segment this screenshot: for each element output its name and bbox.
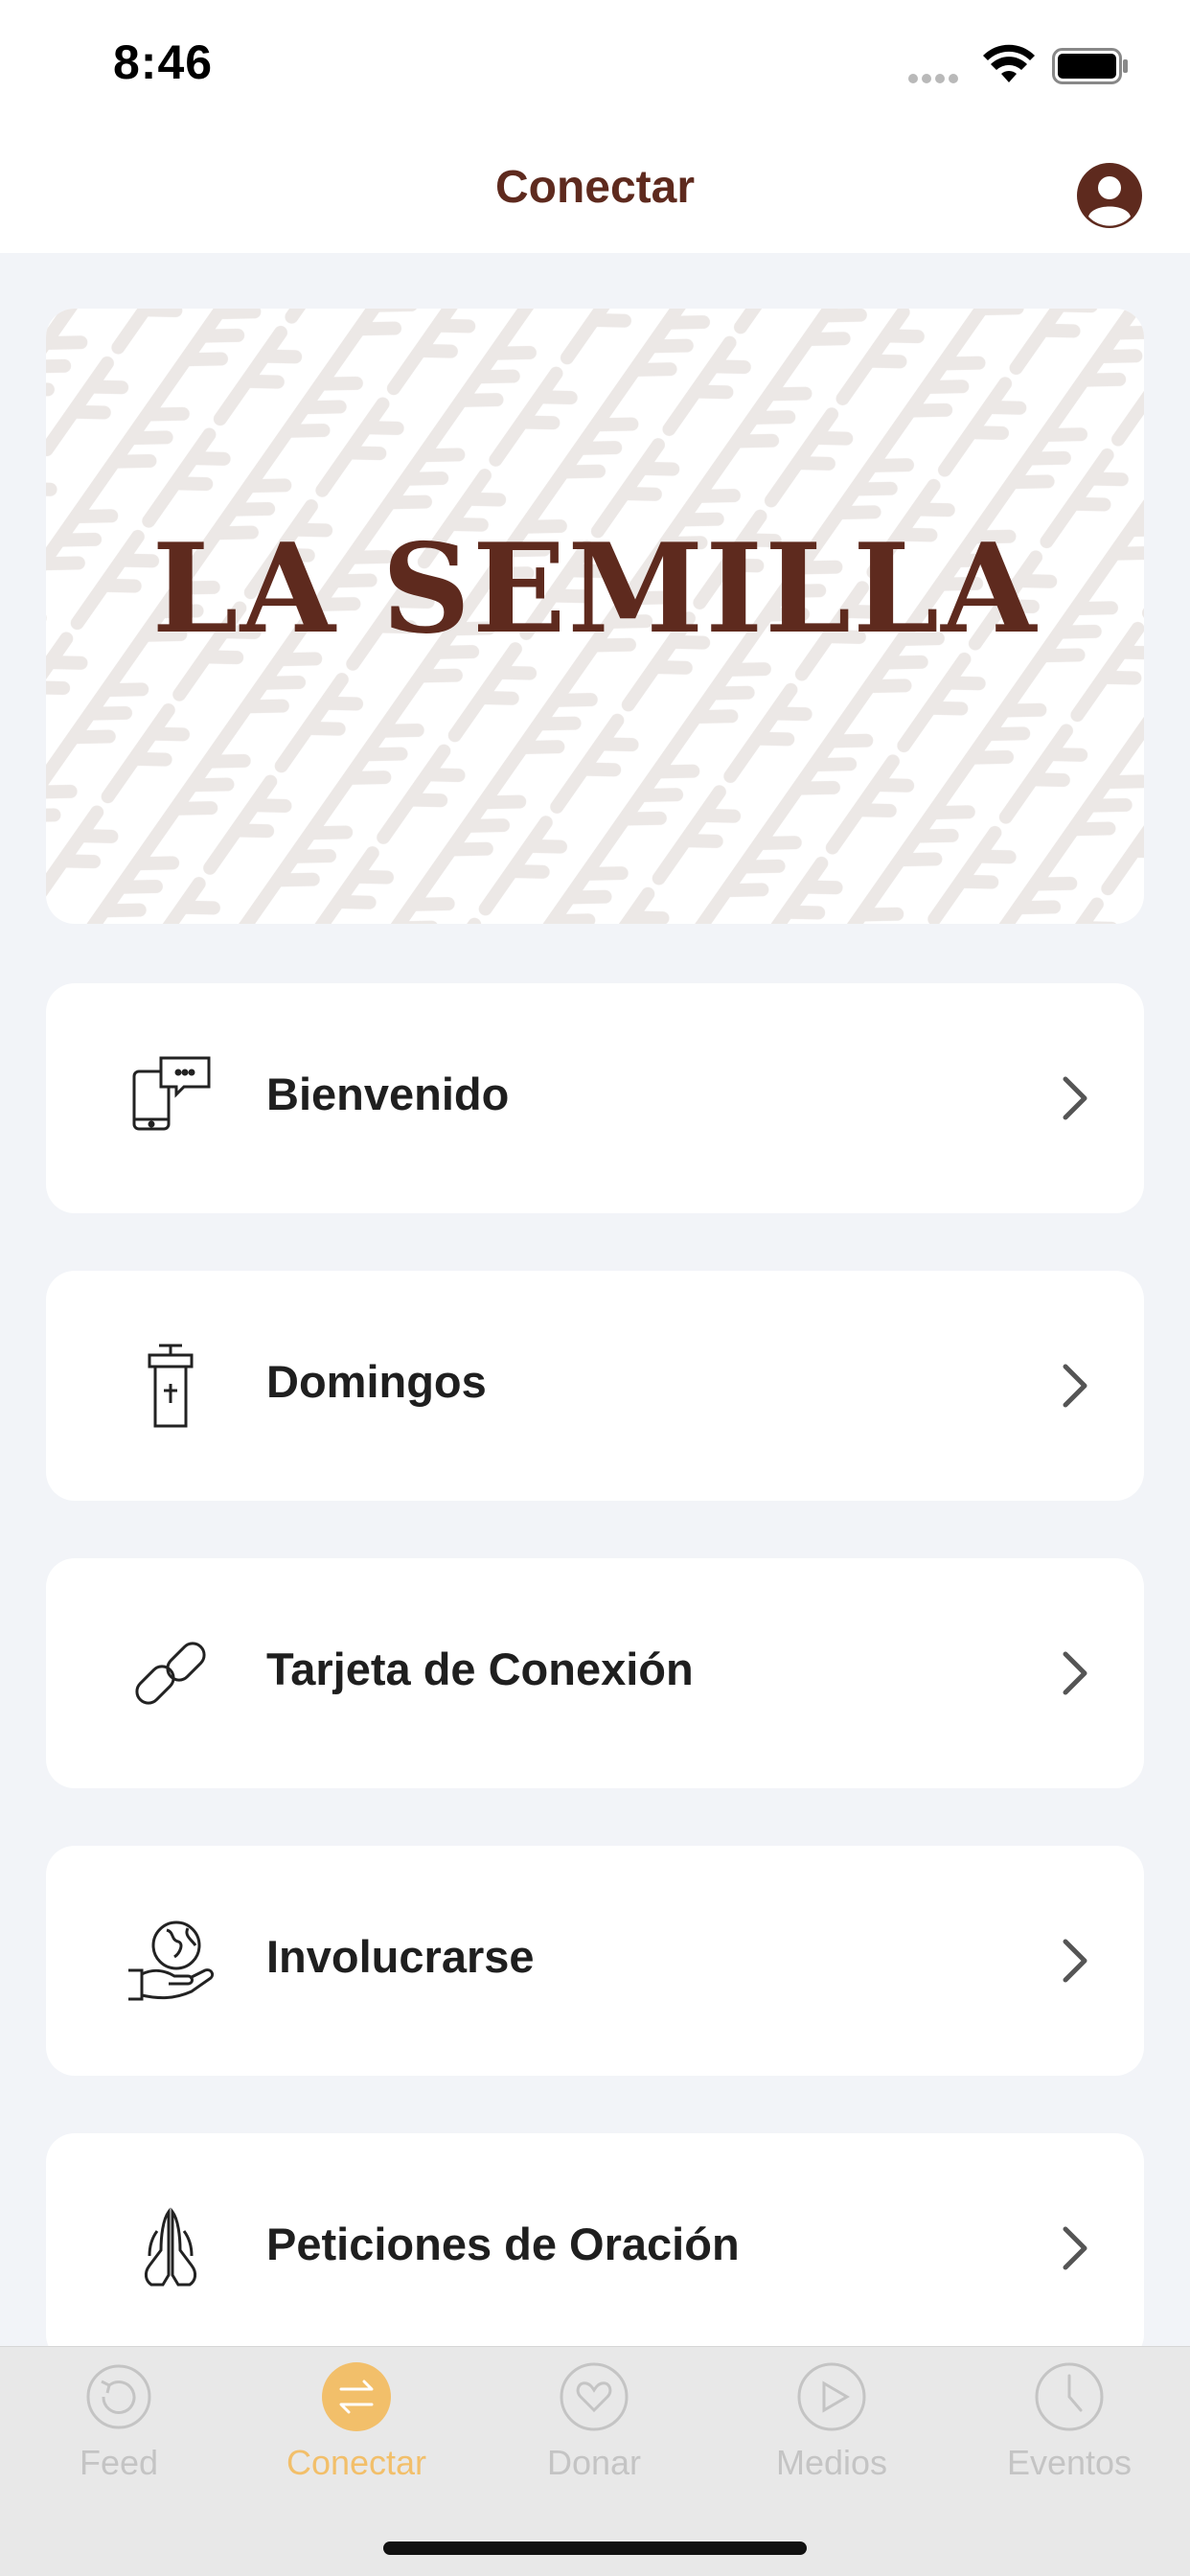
tab-conectar[interactable]: Conectar bbox=[238, 2360, 475, 2504]
menu-item-domingos[interactable]: Domingos bbox=[46, 1271, 1144, 1501]
tab-eventos[interactable]: Eventos bbox=[950, 2360, 1188, 2504]
menu-item-tarjeta-de-conexion[interactable]: Tarjeta de Conexión bbox=[46, 1558, 1144, 1788]
chevron-right-icon bbox=[1063, 1364, 1087, 1408]
link-icon bbox=[135, 1642, 206, 1705]
heart-icon bbox=[560, 2362, 629, 2431]
person-circle-icon[interactable] bbox=[1075, 161, 1144, 230]
menu-item-label: Tarjeta de Conexión bbox=[266, 1644, 694, 1694]
tab-label: Donar bbox=[546, 2443, 642, 2482]
status-bar: 8:46 bbox=[0, 0, 1190, 134]
tab-feed[interactable]: Feed bbox=[0, 2360, 238, 2504]
home-indicator bbox=[383, 2542, 807, 2555]
refresh-icon bbox=[86, 2364, 151, 2429]
chevron-right-icon bbox=[1063, 2226, 1087, 2270]
tab-donar[interactable]: Donar bbox=[475, 2360, 713, 2504]
chevron-right-icon bbox=[1063, 1939, 1087, 1983]
church-banner: LA SEMILLA bbox=[46, 309, 1144, 924]
menu-item-bienvenido[interactable]: Bienvenido bbox=[46, 983, 1144, 1213]
menu-item-label: Domingos bbox=[266, 1356, 487, 1407]
menu-item-label: Involucrarse bbox=[266, 1931, 535, 1982]
page-title: Conectar bbox=[494, 162, 696, 213]
status-time: 8:46 bbox=[113, 35, 214, 89]
chevron-right-icon bbox=[1063, 1076, 1087, 1120]
tab-medios[interactable]: Medios bbox=[713, 2360, 950, 2504]
phone-chat-icon bbox=[132, 1056, 211, 1131]
battery-icon bbox=[1052, 48, 1128, 84]
tab-label: Feed bbox=[79, 2443, 159, 2482]
wifi-icon bbox=[983, 44, 1035, 82]
status-icons bbox=[908, 44, 1129, 86]
tab-label: Conectar bbox=[286, 2443, 427, 2482]
signal-icon bbox=[908, 71, 962, 88]
menu-item-label: Bienvenido bbox=[266, 1069, 510, 1119]
clock-icon bbox=[1035, 2362, 1104, 2431]
play-icon bbox=[797, 2362, 866, 2431]
pulpit-icon bbox=[148, 1344, 194, 1428]
menu-item-involucrarse[interactable]: Involucrarse bbox=[46, 1846, 1144, 2076]
nav-bar: Conectar bbox=[0, 134, 1190, 253]
tab-label: Medios bbox=[775, 2443, 888, 2482]
tab-label: Eventos bbox=[1006, 2443, 1133, 2482]
menu-item-label: Peticiones de Oración bbox=[266, 2219, 740, 2269]
globe-hand-icon bbox=[128, 1920, 215, 2001]
banner-title: LA SEMILLA bbox=[151, 518, 1039, 661]
menu-item-peticiones-de-oracion[interactable]: Peticiones de Oración bbox=[46, 2133, 1144, 2363]
praying-hands-icon bbox=[144, 2207, 197, 2287]
arrows-exchange-icon bbox=[322, 2362, 391, 2431]
chevron-right-icon bbox=[1063, 1651, 1087, 1695]
